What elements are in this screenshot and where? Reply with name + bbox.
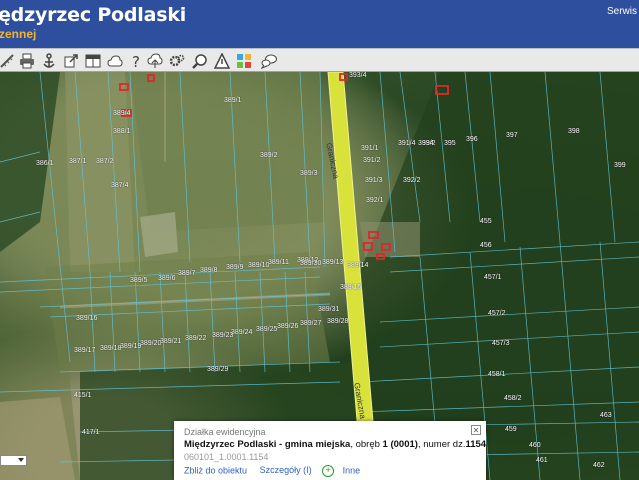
plus-icon[interactable]: + [322,465,335,477]
ruler-icon[interactable] [0,51,17,70]
parcel-label: 457/3 [492,340,510,347]
parcel-label: 389/15 [340,284,362,291]
parcel-label: 398 [568,128,580,135]
parcel-label: 389/6 [158,275,176,282]
layout-icon[interactable] [83,51,103,70]
parcel-label: 387/2 [96,158,114,165]
map-toolbar: ? [0,48,639,72]
chevron-down-icon [18,458,24,462]
speech-bubble-icon[interactable] [259,51,279,70]
map-imagery [0,72,639,480]
obreb-value: 1 (0001) [382,439,418,450]
parcel-label: 389/25 [256,326,278,333]
parcel-label: 389/5 [130,277,148,284]
parcel-label: 386/1 [36,160,54,167]
app-header: ędzyrzec Podlaski zennej Serwis p [0,0,639,48]
parcel-label: 389/3 [300,170,318,177]
parcel-label: 399 [614,162,626,169]
parcel-label: 388/1 [113,128,131,135]
popup-header: Działka ewidencyjna [184,427,266,437]
parcel-label: 391/1 [361,145,379,152]
popup-links: Zbliż do obiektu Szczegóły (I) + Inne [184,465,360,477]
triangle-warning-icon[interactable] [212,51,232,70]
help-icon[interactable]: ? [126,51,146,70]
parcel-label: 389/26 [277,323,299,330]
parcel-label: 394 [422,140,434,147]
settings-icon[interactable] [167,51,187,70]
map-view[interactable]: Graniczna Graniczna 393/4 389/1 388/1 387/1 3… [0,72,639,480]
parcel-label: 455 [480,218,492,225]
parcel-label: 459 [505,426,517,433]
zoom-to-object-link[interactable]: Zbliż do obiektu [184,465,247,475]
parcel-label: 415/1 [74,392,92,399]
parcel-number: 1154 [465,439,487,450]
parcel-label: 397 [506,132,518,139]
parcel-label: 389/14 [347,262,369,269]
print-icon[interactable] [17,51,37,70]
app-subtitle: zennej [0,27,37,41]
parcel-label: 389/31 [318,306,340,313]
zoom-search-icon[interactable] [190,51,210,70]
parcel-location: Międzyrzec Podlaski - gmina miejska [184,439,351,450]
parcel-number-label: , numer dz. [417,439,466,450]
parcel-label: 389/19 [120,343,142,350]
parcel-label: 461 [536,457,548,464]
parcel-label: 391/4 [398,140,416,147]
parcel-label: 462 [593,462,605,469]
parcel-label: 396 [466,136,478,143]
parcel-label: 389/13 [322,259,344,266]
parcel-label: 389/22 [185,335,207,342]
parcel-label: 391/3 [365,177,383,184]
parcel-info-popup: Działka ewidencyjna ✕ Międzyrzec Podlask… [174,421,486,480]
details-link[interactable]: Szczegóły (I) [260,465,312,475]
parcel-label: 389/16 [76,315,98,322]
parcel-label: 417/1 [82,429,100,436]
parcel-label: 457/2 [488,310,506,317]
close-icon[interactable]: ✕ [471,425,481,435]
parcel-label: 458/1 [488,371,506,378]
parcel-label: 389/10 [248,262,270,269]
parcel-label: 395 [444,140,456,147]
parcel-label: 389/20 [140,340,162,347]
parcel-label: 389/30 [300,260,322,267]
parcel-label: 389/18 [100,345,122,352]
layers-grid-icon[interactable] [234,51,254,70]
parcel-label: 389/28 [327,318,349,325]
service-link[interactable]: Serwis p [607,6,639,17]
parcel-label: 389/9 [226,264,244,271]
other-link[interactable]: Inne [343,465,361,475]
parcel-label: 389/2 [260,152,278,159]
obreb-label: , obręb [350,439,383,450]
parcel-label: 389/21 [160,338,182,345]
parcel-label: 389/27 [300,320,322,327]
parcel-label: 389/4 [113,110,131,117]
parcel-label: 392/1 [366,197,384,204]
parcel-label: 458/2 [504,395,522,402]
parcel-label: 389/29 [207,366,229,373]
parcel-label: 387/1 [69,158,87,165]
parcel-label: 389/1 [224,97,242,104]
parcel-label: 387/4 [111,182,129,189]
parcel-label: 389/24 [231,329,253,336]
parcel-label: 392/2 [403,177,421,184]
cloud-upload-icon[interactable] [145,51,165,70]
parcel-label: 393/4 [349,72,367,79]
parcel-label: 389/8 [200,267,218,274]
parcel-label: 389/17 [74,347,96,354]
parcel-label: 456 [480,242,492,249]
parcel-label: 460 [529,442,541,449]
scale-select[interactable] [0,455,27,466]
parcel-description: Międzyrzec Podlaski - gmina miejska, obr… [184,439,486,450]
export-icon[interactable] [61,51,81,70]
app-title: ędzyrzec Podlaski [0,4,187,26]
parcel-code: 060101_1.0001.1154 [184,452,269,462]
anchor-icon[interactable] [39,51,59,70]
parcel-label: 463 [600,412,612,419]
parcel-label: 457/1 [484,274,502,281]
parcel-label: 391/2 [363,157,381,164]
cloud-icon[interactable] [105,51,125,70]
parcel-label: 389/11 [268,259,289,266]
svg-text:?: ? [132,53,140,69]
parcel-label: 389/7 [178,270,196,277]
